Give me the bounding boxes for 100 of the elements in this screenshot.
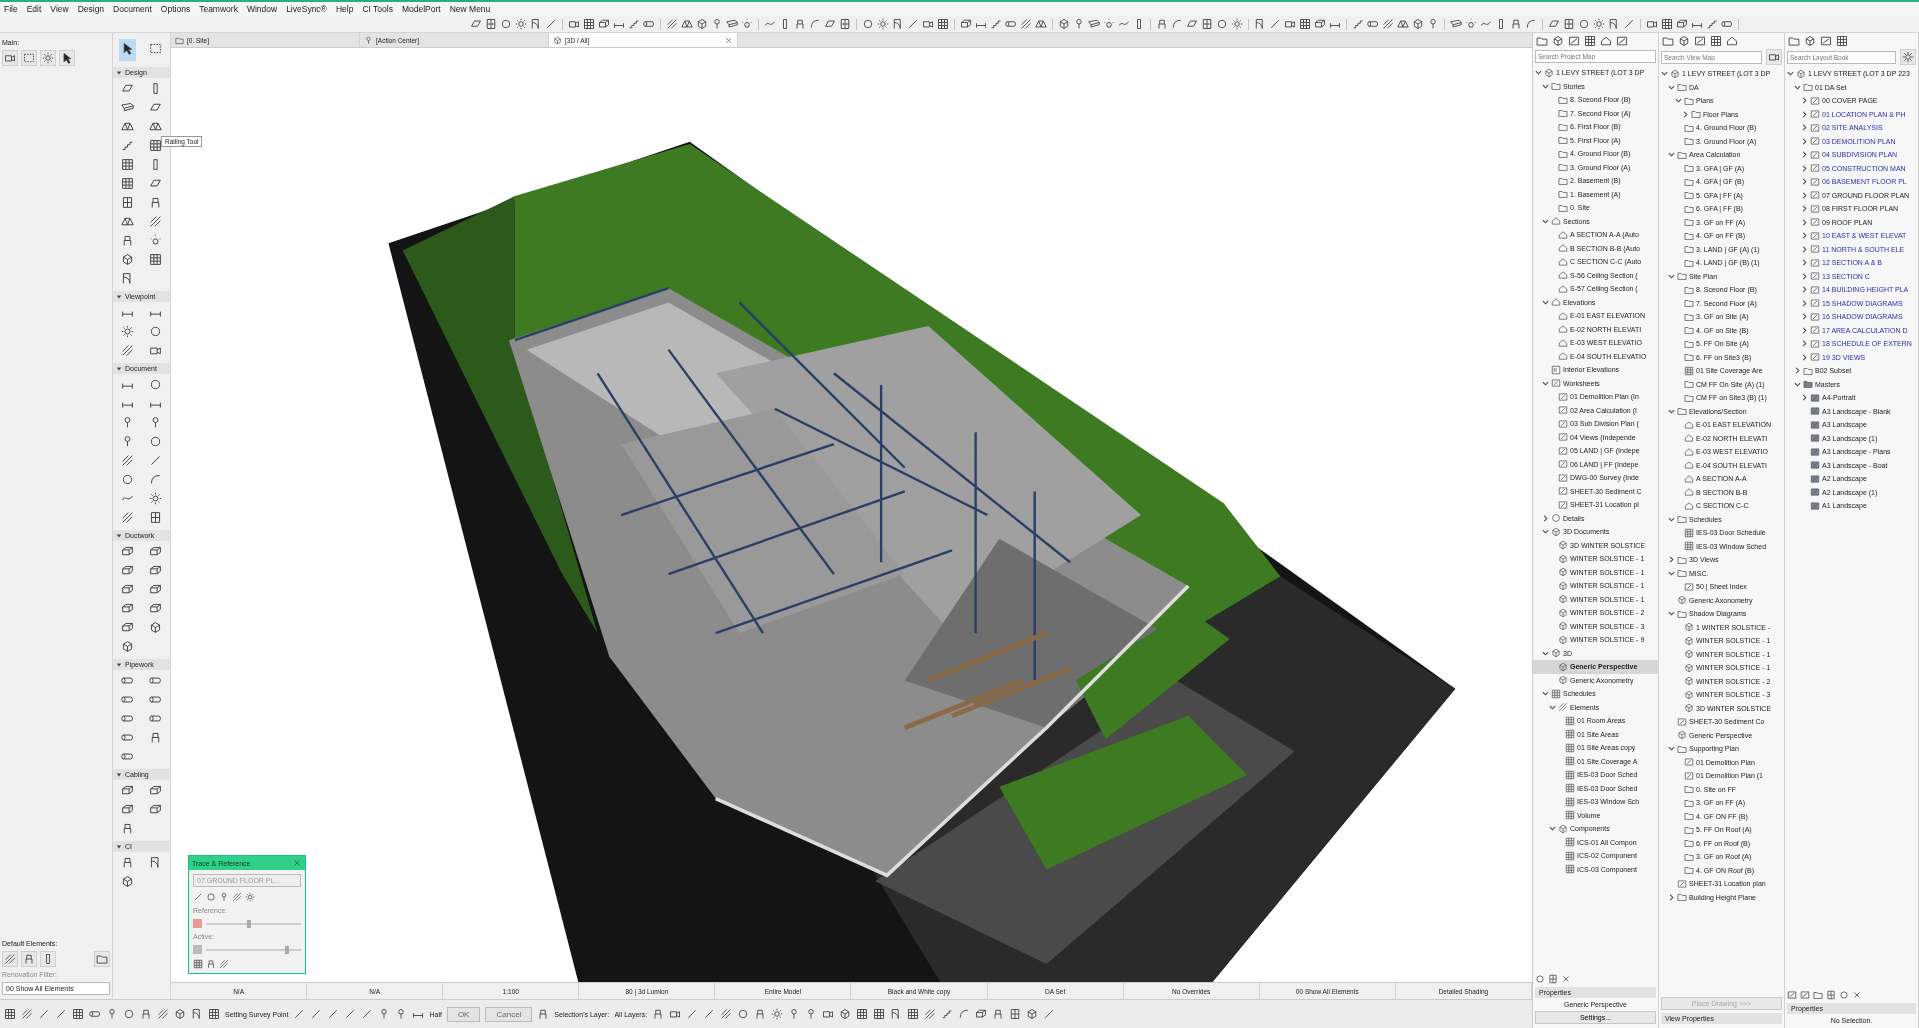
circle-icon[interactable]	[1535, 974, 1545, 984]
door-icon[interactable]	[120, 272, 134, 285]
chevron-down-icon[interactable]	[1668, 407, 1675, 415]
arc-icon[interactable]	[809, 18, 821, 30]
chevron-right-icon[interactable]	[1801, 110, 1809, 118]
grid-icon[interactable]	[208, 1008, 220, 1020]
reference-slider[interactable]	[206, 922, 301, 925]
chevron-right-icon[interactable]	[1801, 191, 1809, 199]
stair-icon[interactable]	[941, 1008, 954, 1020]
hatch-icon[interactable]	[1020, 18, 1032, 30]
chevron-right-icon[interactable]	[1682, 110, 1689, 118]
pipe-icon[interactable]	[120, 731, 134, 744]
circle-icon[interactable]	[1216, 18, 1228, 30]
object-icon[interactable]	[1510, 18, 1522, 30]
chevron-down-icon[interactable]	[1542, 690, 1549, 698]
grid-icon[interactable]	[120, 177, 134, 190]
door-icon[interactable]	[1254, 18, 1266, 30]
menu-item[interactable]: Edit	[26, 4, 42, 14]
duct-icon[interactable]	[149, 564, 163, 577]
duct-icon[interactable]	[120, 803, 134, 816]
line-icon[interactable]	[193, 892, 203, 902]
chevron-right-icon[interactable]	[1801, 259, 1809, 267]
object-icon[interactable]	[992, 1008, 1005, 1020]
arc-icon[interactable]	[1171, 18, 1183, 30]
camera-icon[interactable]	[669, 1008, 682, 1020]
circle-icon[interactable]	[149, 378, 163, 391]
folder-icon[interactable]	[94, 951, 110, 967]
chevron-right-icon[interactable]	[1801, 299, 1809, 307]
grid-icon[interactable]	[149, 253, 163, 266]
hatch-icon[interactable]	[21, 1008, 33, 1020]
pipe-icon[interactable]	[1367, 18, 1379, 30]
grid-icon[interactable]	[1299, 18, 1311, 30]
stair-icon[interactable]	[628, 18, 640, 30]
grid-icon[interactable]	[120, 158, 134, 171]
grid-icon[interactable]	[937, 18, 949, 30]
grid-icon[interactable]	[1710, 35, 1722, 47]
hatch-icon[interactable]	[149, 215, 163, 228]
circle-icon[interactable]	[500, 18, 512, 30]
chevron-down-icon[interactable]	[1668, 151, 1675, 159]
folder-icon[interactable]	[1536, 35, 1548, 47]
door-icon[interactable]	[530, 18, 542, 30]
camera-icon[interactable]	[1766, 49, 1783, 65]
hatch-icon[interactable]	[157, 1008, 169, 1020]
camera-icon[interactable]	[922, 18, 934, 30]
slab-icon[interactable]	[1186, 18, 1198, 30]
line-icon[interactable]	[344, 1008, 357, 1020]
chevron-right-icon[interactable]	[1801, 97, 1809, 105]
chevron-right-icon[interactable]	[1801, 124, 1809, 132]
slab-icon[interactable]	[470, 18, 482, 30]
chevron-right-icon[interactable]	[1801, 178, 1809, 186]
chevron-down-icon[interactable]	[1549, 703, 1556, 711]
marquee-icon[interactable]	[21, 50, 37, 66]
pipe-icon[interactable]	[149, 712, 163, 725]
cube-icon[interactable]	[149, 621, 163, 634]
cube-icon[interactable]	[696, 18, 708, 30]
arc-icon[interactable]	[149, 473, 163, 486]
chevron-down-icon[interactable]	[1535, 69, 1542, 77]
slab-icon[interactable]	[149, 101, 163, 114]
circle-icon[interactable]	[120, 473, 134, 486]
line-icon[interactable]	[545, 18, 557, 30]
line-icon[interactable]	[361, 1008, 374, 1020]
circle-icon[interactable]	[149, 435, 163, 448]
chevron-down-icon[interactable]	[1542, 528, 1549, 536]
slab-icon[interactable]	[120, 82, 134, 95]
beam-icon[interactable]	[120, 101, 134, 114]
grid-icon[interactable]	[193, 959, 203, 969]
chevron-right-icon[interactable]	[1801, 151, 1809, 159]
duct-icon[interactable]	[1314, 18, 1326, 30]
camera-icon[interactable]	[568, 18, 580, 30]
menu-item[interactable]: File	[4, 4, 18, 14]
chevron-right-icon[interactable]	[1801, 353, 1809, 361]
cube-icon[interactable]	[1412, 18, 1424, 30]
duct-icon[interactable]	[120, 621, 134, 634]
beam-icon[interactable]	[1450, 18, 1462, 30]
chevron-down-icon[interactable]	[1787, 70, 1795, 78]
chevron-right-icon[interactable]	[1801, 218, 1809, 226]
menu-item[interactable]: Document	[113, 4, 152, 14]
menu-item[interactable]: Help	[335, 4, 354, 14]
duct-icon[interactable]	[1676, 18, 1688, 30]
window-icon[interactable]	[1563, 18, 1575, 30]
hatch-icon[interactable]	[720, 1008, 733, 1020]
hatch-icon[interactable]	[666, 18, 678, 30]
sun-icon[interactable]	[245, 892, 255, 902]
circle-icon[interactable]	[737, 1008, 750, 1020]
sun-icon[interactable]	[877, 18, 889, 30]
cube-icon[interactable]	[120, 640, 134, 653]
sheet-icon[interactable]	[1787, 990, 1798, 1000]
circle-icon[interactable]	[206, 892, 216, 902]
window-icon[interactable]	[485, 18, 497, 30]
pipe-icon[interactable]	[120, 712, 134, 725]
pipe-icon[interactable]	[149, 674, 163, 687]
circle-icon[interactable]	[149, 325, 163, 338]
object-icon[interactable]	[206, 959, 216, 969]
object-icon[interactable]	[1156, 18, 1168, 30]
pipe-icon[interactable]	[1721, 18, 1733, 30]
house-icon[interactable]	[1600, 35, 1612, 47]
sheet-icon[interactable]	[1820, 35, 1833, 47]
object-icon[interactable]	[21, 951, 37, 967]
menu-item[interactable]: Teamwork	[199, 4, 238, 14]
beam-icon[interactable]	[726, 18, 738, 30]
